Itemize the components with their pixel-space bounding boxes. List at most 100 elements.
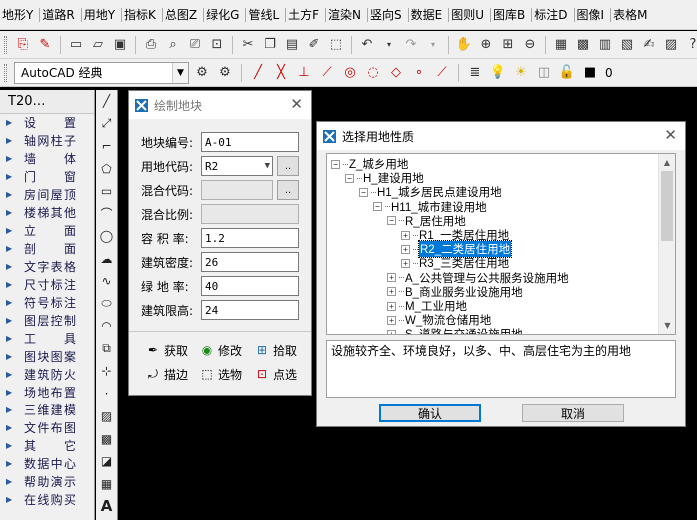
menu-item-9[interactable]: 竖向S [368, 0, 406, 29]
zoom-window-icon[interactable]: ⊞ [498, 35, 518, 55]
toolbar-grip[interactable] [4, 35, 7, 54]
workspace-save-icon[interactable]: ⚙ [215, 63, 235, 83]
layer-vp-freeze-icon[interactable]: ◫ [534, 63, 554, 83]
sidebar-item-10[interactable]: ▶ 符号标注 [0, 293, 94, 311]
paste-icon[interactable]: ▤ [282, 35, 302, 55]
tree-node[interactable]: + S_道路与交通设施用地 [387, 327, 523, 334]
sidebar-item-6[interactable]: ▶ 立 面 [0, 222, 94, 240]
menu-item-5[interactable]: 绿化G [204, 0, 243, 29]
snap-quadrant-icon[interactable]: ◌ [363, 63, 383, 83]
snap-endpoint-icon[interactable]: ╱ [248, 63, 268, 83]
save-icon[interactable]: ▣ [110, 35, 130, 55]
tree-node[interactable]: + M_工业用地 [387, 299, 467, 313]
snap-tangent-icon[interactable]: ⟋ [317, 63, 337, 83]
workspace-settings-icon[interactable]: ⚙ [192, 63, 212, 83]
field-input-4[interactable]: 1.2 [201, 228, 299, 248]
menu-item-0[interactable]: 地形Y [0, 0, 37, 29]
tree-node[interactable]: + W_物流仓储用地 [387, 313, 491, 327]
menu-item-7[interactable]: 土方F [286, 0, 323, 29]
expand-icon[interactable]: + [387, 287, 396, 297]
pdf-icon[interactable]: ⎘ [13, 35, 33, 55]
point-icon[interactable]: · [96, 383, 117, 406]
sidebar-item-17[interactable]: ▶ 文件布图 [0, 419, 94, 437]
sidebar-item-2[interactable]: ▶ 墙 体 [0, 150, 94, 168]
sidebar-item-8[interactable]: ▶ 文字表格 [0, 258, 94, 276]
menu-item-4[interactable]: 总图Z [163, 0, 201, 29]
sidebar-item-20[interactable]: ▶ 帮助演示 [0, 473, 94, 491]
expand-icon[interactable]: + [387, 315, 396, 325]
revision-cloud-icon[interactable]: ☁ [96, 248, 117, 271]
multiline-text-icon[interactable]: A [96, 495, 117, 518]
snap-node-icon[interactable]: ◇ [386, 63, 406, 83]
menu-item-6[interactable]: 管线L [246, 0, 283, 29]
sidebar-item-5[interactable]: ▶ 楼梯其他 [0, 204, 94, 222]
open-folder-icon[interactable]: ▱ [88, 35, 108, 55]
arc-icon[interactable]: ⌒ [96, 203, 117, 226]
sidebar-item-3[interactable]: ▶ 门 窗 [0, 168, 94, 186]
sidebar-item-9[interactable]: ▶ 尺寸标注 [0, 275, 94, 293]
zoom-realtime-icon[interactable]: ⊕ [476, 35, 496, 55]
expand-icon[interactable]: + [387, 329, 396, 334]
pan-icon[interactable]: ✋ [454, 35, 474, 55]
pdf-export-icon[interactable]: ✎ [35, 35, 55, 55]
construction-line-icon[interactable]: ⤢ [96, 113, 117, 136]
line-icon[interactable]: ╱ [96, 90, 117, 113]
insert-block-icon[interactable]: ⧉ [96, 338, 117, 361]
field-input-0[interactable]: A-01 [201, 132, 299, 152]
tree-node[interactable]: + R2_二类居住用地 [401, 240, 513, 259]
sidebar-item-11[interactable]: ▶ 图层控制 [0, 311, 94, 329]
menu-item-13[interactable]: 标注D [532, 0, 571, 29]
properties-icon[interactable]: ▦ [551, 35, 571, 55]
landuse-code-select[interactable]: R2 ▼ [201, 156, 273, 176]
layer-color-icon[interactable]: ■ [580, 63, 600, 83]
sidebar-item-1[interactable]: ▶ 轴网柱子 [0, 132, 94, 150]
zoom-previous-icon[interactable]: ⊖ [520, 35, 540, 55]
collapse-icon[interactable]: − [359, 187, 368, 197]
layer-on-icon[interactable]: 💡 [488, 63, 508, 83]
layer-manager-icon[interactable]: ≣ [465, 63, 485, 83]
sidebar-item-13[interactable]: ▶ 图块图案 [0, 347, 94, 365]
collapse-icon[interactable]: − [373, 202, 382, 212]
tree-node[interactable]: − Z_城乡用地 [331, 157, 408, 171]
collapse-icon[interactable]: − [345, 173, 354, 183]
undo-dropdown-icon[interactable]: ▾ [379, 35, 399, 55]
tree-node[interactable]: + B_商业服务业设施用地 [387, 285, 523, 299]
close-icon[interactable]: ✕ [664, 126, 677, 144]
fetch-button[interactable]: ✒ 获取 [145, 341, 188, 359]
menu-item-15[interactable]: 表格M [611, 0, 651, 29]
modify-button[interactable]: ◉ 修改 [199, 341, 242, 359]
copy-icon[interactable]: ❐ [260, 35, 280, 55]
sidebar-item-12[interactable]: ▶ 工 具 [0, 329, 94, 347]
menu-item-12[interactable]: 图库B [491, 0, 529, 29]
markup-icon[interactable]: ✍ [639, 35, 659, 55]
toolbar-grip[interactable] [4, 63, 7, 82]
confirm-button[interactable]: 确认 [379, 404, 481, 422]
scroll-down-icon[interactable]: ▼ [659, 317, 675, 334]
sidebar-item-15[interactable]: ▶ 场地布置 [0, 383, 94, 401]
collapse-icon[interactable]: − [387, 216, 396, 226]
snap-point-icon[interactable]: ∘ [409, 63, 429, 83]
cancel-button[interactable]: 取消 [522, 404, 624, 422]
menu-item-3[interactable]: 指标K [122, 0, 160, 29]
landuse-tree[interactable]: − Z_城乡用地 − H_建设用地 − H1_城乡居民点建设用地 − H11_城市建设用地 − R… [326, 153, 676, 335]
region-icon[interactable]: ◪ [96, 450, 117, 473]
polygon-icon[interactable]: ⬠ [96, 158, 117, 181]
workspace-dropdown[interactable]: AutoCAD 经典 ▼ [14, 61, 189, 84]
layer-lock-icon[interactable]: 🔓 [557, 63, 577, 83]
dialog-titlebar[interactable]: 绘制地块 ✕ [129, 91, 311, 119]
make-block-icon[interactable]: ⊹ [96, 360, 117, 383]
ellipse-arc-icon[interactable]: ◠ [96, 315, 117, 338]
menu-item-10[interactable]: 数据E [409, 0, 447, 29]
ellipse-icon[interactable]: ⬭ [96, 293, 117, 316]
mixed-code-browse-button[interactable]: .. [277, 180, 299, 200]
menu-item-1[interactable]: 道路R [40, 0, 78, 29]
sidebar-item-21[interactable]: ▶ 在线购买 [0, 491, 94, 509]
publish-icon[interactable]: ⎚ [185, 35, 205, 55]
print-icon[interactable]: ⎙ [141, 35, 161, 55]
layer-freeze-icon[interactable]: ☀ [511, 63, 531, 83]
block-editor-icon[interactable]: ⬚ [326, 35, 346, 55]
print-preview-icon[interactable]: ⌕ [163, 35, 183, 55]
expand-icon[interactable]: + [401, 258, 410, 268]
scroll-up-icon[interactable]: ▲ [659, 154, 675, 171]
polyline-icon[interactable]: ⌐ [96, 135, 117, 158]
